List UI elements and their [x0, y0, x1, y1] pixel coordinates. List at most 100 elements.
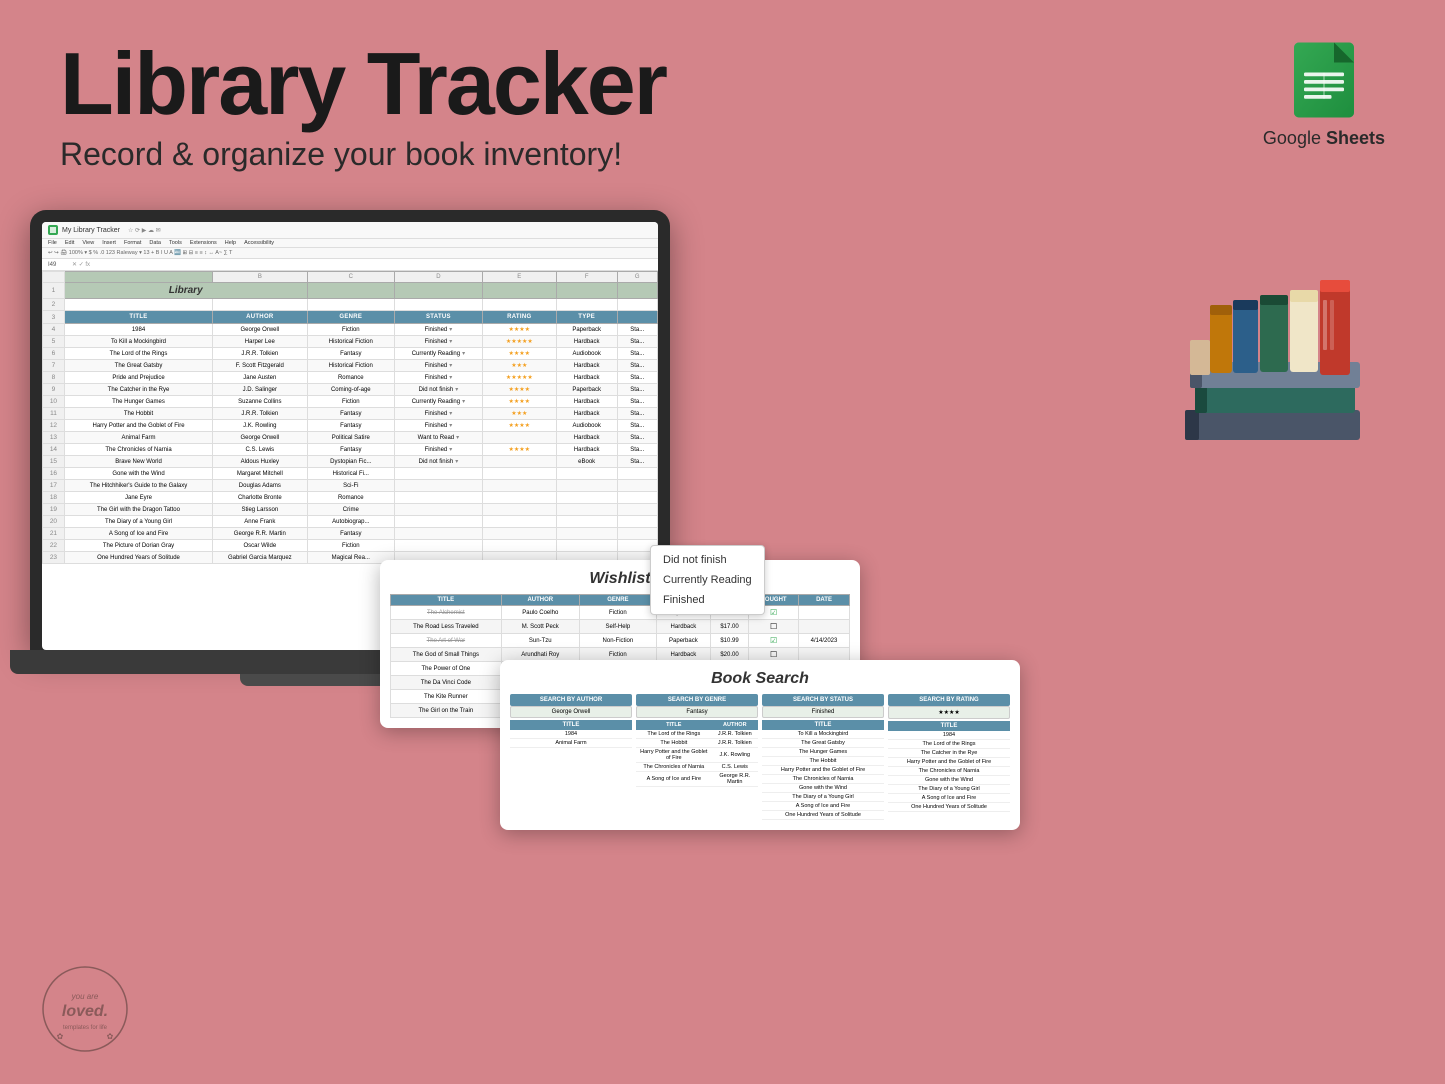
cell-14-2: Romance: [307, 492, 395, 504]
search-status-result-item: The Hobbit: [762, 757, 884, 766]
cell-6-3[interactable]: Currently Reading▾: [395, 396, 483, 408]
search-rating-input[interactable]: ★★★★: [888, 706, 1010, 719]
cell-3-3[interactable]: Finished▾: [395, 360, 483, 372]
cell-11-3[interactable]: Did not finish▾: [395, 456, 483, 468]
menu-view[interactable]: View: [82, 240, 94, 246]
col-f-header: F: [556, 272, 617, 283]
cell-8-3[interactable]: Finished▾: [395, 420, 483, 432]
cell-5-5: Paperback: [556, 384, 617, 396]
header-area: Library Tracker Record & organize your b…: [60, 40, 666, 173]
sheet-title-bar: My Library Tracker ☆ ⟳ ▶ ☁ ✉: [42, 222, 658, 239]
cell-9-5: Hardback: [556, 432, 617, 444]
cell-14-3[interactable]: [395, 492, 483, 504]
menu-insert[interactable]: Insert: [102, 240, 116, 246]
cell-17-5: [556, 528, 617, 540]
cell-6-5: Hardback: [556, 396, 617, 408]
cell-19-1: Gabriel Garcia Marquez: [213, 552, 307, 564]
menu-bar: File Edit View Insert Format Data Tools …: [42, 239, 658, 248]
cell-0-2: Fiction: [307, 324, 395, 336]
search-rating-result-item: A Song of Ice and Fire: [888, 794, 1010, 803]
cell-1-3[interactable]: Finished▾: [395, 336, 483, 348]
menu-format[interactable]: Format: [124, 240, 141, 246]
col-header-3: STATUS: [395, 311, 483, 324]
dropdown-item-currently-reading[interactable]: Currently Reading: [651, 570, 764, 590]
cell-9-3[interactable]: Want to Read▾: [395, 432, 483, 444]
table-row: 8Pride and PrejudiceJane AustenRomanceFi…: [43, 372, 658, 384]
cell-10-extra: Sta...: [617, 444, 658, 456]
cell-13-3[interactable]: [395, 480, 483, 492]
row-num-7: 7: [43, 360, 65, 372]
cell-3-4: ★★★: [482, 360, 556, 372]
cell-1-4: ★★★★★: [482, 336, 556, 348]
cell-8-2: Fantasy: [307, 420, 395, 432]
row-num-1: 1: [43, 283, 65, 299]
cell-17-3[interactable]: [395, 528, 483, 540]
menu-edit[interactable]: Edit: [65, 240, 74, 246]
cell-1-0: To Kill a Mockingbird: [64, 336, 212, 348]
cell-15-3[interactable]: [395, 504, 483, 516]
cell-16-3[interactable]: [395, 516, 483, 528]
row-num-12: 12: [43, 420, 65, 432]
cell-13-4: [482, 480, 556, 492]
cell-10-3[interactable]: Finished▾: [395, 444, 483, 456]
search-genre-result-cell: The Chronicles of Narnia: [636, 763, 712, 772]
menu-help[interactable]: Help: [225, 240, 236, 246]
table-row: 9The Catcher in the RyeJ.D. SalingerComi…: [43, 384, 658, 396]
menu-extensions[interactable]: Extensions: [190, 240, 217, 246]
brand-text-you: you are: [71, 992, 99, 1001]
menu-tools[interactable]: Tools: [169, 240, 182, 246]
search-genre-input[interactable]: Fantasy: [636, 706, 758, 718]
cell-14-0: Jane Eyre: [64, 492, 212, 504]
table-row: 11The HobbitJ.R.R. TolkienFantasyFinishe…: [43, 408, 658, 420]
cell-12-4: [482, 468, 556, 480]
cell-7-extra: Sta...: [617, 408, 658, 420]
cell-11-5: eBook: [556, 456, 617, 468]
cell-2-3[interactable]: Currently Reading▾: [395, 348, 483, 360]
menu-file[interactable]: File: [48, 240, 57, 246]
table-row: 22The Picture of Dorian GrayOscar WildeF…: [43, 540, 658, 552]
search-status-result-item: A Song of Ice and Fire: [762, 802, 884, 811]
cell-18-3[interactable]: [395, 540, 483, 552]
cell-5-extra: Sta...: [617, 384, 658, 396]
row-num-8: 8: [43, 372, 65, 384]
cell-8-extra: Sta...: [617, 420, 658, 432]
cell-8-4: ★★★★: [482, 420, 556, 432]
search-author-input[interactable]: George Orwell: [510, 706, 632, 718]
wish-cell-2-6: 4/14/2023: [799, 634, 850, 648]
sheet-name: My Library Tracker: [62, 227, 120, 234]
cell-17-0: A Song of Ice and Fire: [64, 528, 212, 540]
search-status-input[interactable]: Finished: [762, 706, 884, 718]
sheet-icons: ☆ ⟳ ▶ ☁ ✉: [128, 227, 161, 234]
cell-15-4: [482, 504, 556, 516]
wish-row: The Road Less TraveledM. Scott PeckSelf-…: [391, 620, 850, 634]
menu-data[interactable]: Data: [149, 240, 161, 246]
col-header-0: TITLE: [64, 311, 212, 324]
cell-16-4: [482, 516, 556, 528]
wish-cell-0-1: Paulo Coelho: [501, 606, 579, 620]
blank-2d: [395, 299, 483, 311]
dropdown-item-did-not-finish[interactable]: Did not finish: [651, 550, 764, 570]
search-genre-result-cell: J.R.R. Tolkien: [712, 739, 758, 748]
brand-flower-left: ✿: [57, 1032, 64, 1041]
search-title: Book Search: [510, 670, 1010, 688]
table-row: 7The Great GatsbyF. Scott FitzgeraldHist…: [43, 360, 658, 372]
cell-3-5: Hardback: [556, 360, 617, 372]
cell-0-3[interactable]: Finished▾: [395, 324, 483, 336]
header-filler-c: [307, 283, 395, 299]
cell-7-3[interactable]: Finished▾: [395, 408, 483, 420]
cell-4-3[interactable]: Finished▾: [395, 372, 483, 384]
dropdown-item-finished[interactable]: Finished: [651, 590, 764, 610]
wish-cell-0-0: The Alchemist: [391, 606, 502, 620]
menu-accessibility[interactable]: Accessibility: [244, 240, 274, 246]
cell-2-4: ★★★★: [482, 348, 556, 360]
cell-5-3[interactable]: Did not finish▾: [395, 384, 483, 396]
cell-12-3[interactable]: [395, 468, 483, 480]
brand-text-templates: templates for life: [63, 1025, 108, 1031]
wish-cell-0-6: [799, 606, 850, 620]
row-num-18: 18: [43, 492, 65, 504]
cell-3-extra: Sta...: [617, 360, 658, 372]
cell-16-extra: [617, 516, 658, 528]
cell-18-1: Oscar Wilde: [213, 540, 307, 552]
col-header-1: AUTHOR: [213, 311, 307, 324]
cell-7-5: Hardback: [556, 408, 617, 420]
